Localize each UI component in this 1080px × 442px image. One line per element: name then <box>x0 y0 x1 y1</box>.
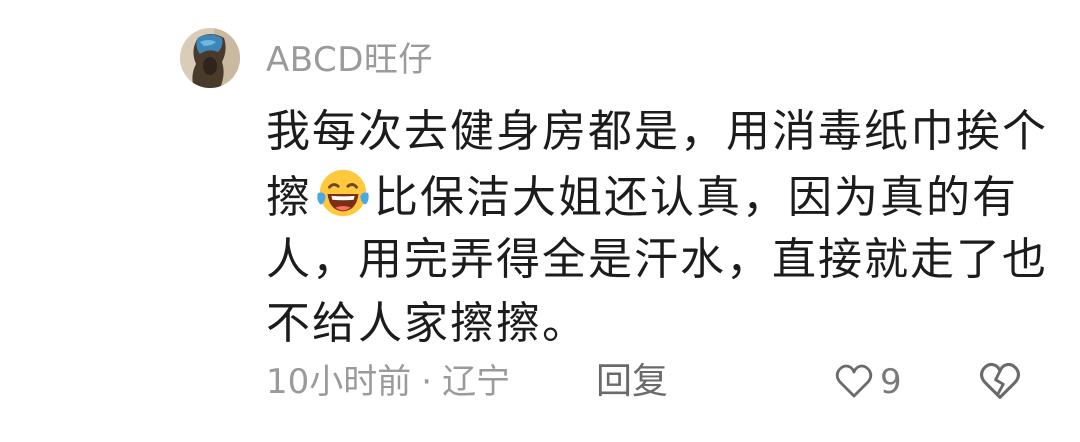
comment-text-segment: 擦 <box>266 172 312 223</box>
comment-text-segment: 比保洁大姐还认真，因为真的有 <box>374 172 1018 223</box>
comment-line: 人，用完弄得全是汗水，直接就走了也 <box>266 234 1048 285</box>
laughing-with-tears-emoji-icon <box>317 169 369 217</box>
dislike-button[interactable] <box>978 360 1022 404</box>
comment-line: 不给人家擦擦。 <box>266 298 588 349</box>
heart-icon <box>835 364 873 398</box>
meta-separator: · <box>421 362 433 402</box>
comment-line: 我每次去健身房都是，用消毒纸巾挨个 <box>266 106 1048 157</box>
avatar[interactable] <box>180 28 240 88</box>
reply-button[interactable]: 回复 <box>596 360 668 404</box>
comment-time: 10小时前 <box>266 362 412 402</box>
comment-line: 擦 比保洁大姐还认真，因为真的有 <box>266 164 1046 228</box>
like-count: 9 <box>880 362 902 402</box>
comment-meta: 10小时前 · 辽宁 <box>266 360 510 404</box>
comment-location: 辽宁 <box>442 362 511 402</box>
like-button[interactable]: 9 <box>834 360 902 404</box>
avatar-image <box>180 28 240 88</box>
comment-body: 我每次去健身房都是，用消毒纸巾挨个 擦 比保洁大姐还认真，因为真的有 人，用完弄… <box>266 100 1046 356</box>
comment-author[interactable]: ABCD旺仔 <box>266 38 433 82</box>
broken-heart-icon <box>980 362 1020 399</box>
